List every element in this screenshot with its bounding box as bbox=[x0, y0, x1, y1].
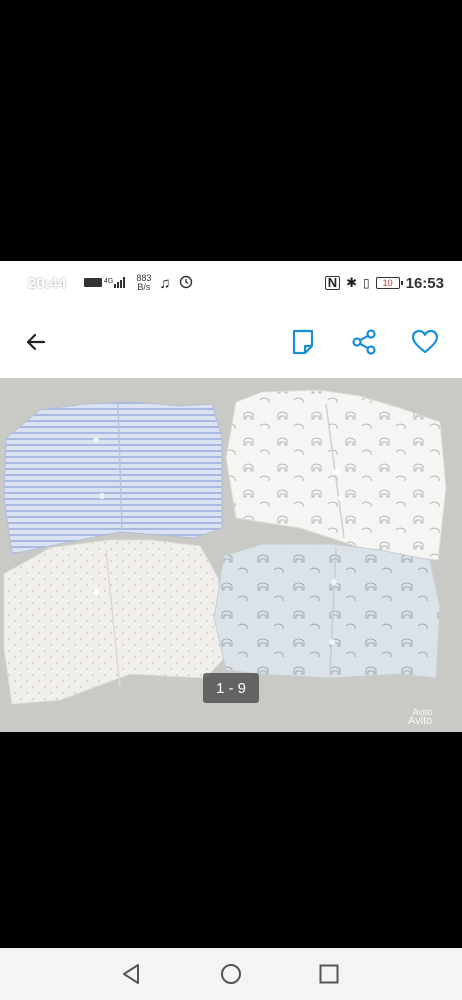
home-circle-icon[interactable] bbox=[218, 961, 244, 987]
battery-icon: 10 bbox=[375, 277, 403, 289]
screen: 20:44 4G 883 B/s ♫ N ✱ ▯ 10 16:53 1 - 9 … bbox=[0, 0, 462, 1000]
speed-unit: B/s bbox=[137, 282, 151, 292]
status-clock: 16:53 bbox=[405, 274, 444, 292]
network-label: 4G bbox=[104, 278, 113, 285]
status-time: 20:44 bbox=[28, 274, 67, 292]
bookmark-note-icon[interactable] bbox=[288, 327, 318, 357]
app-bar bbox=[0, 305, 462, 378]
bluetooth-icon: ✱ bbox=[346, 275, 358, 290]
music-note-icon: ♫ bbox=[159, 274, 171, 292]
signal-icon: 4G bbox=[84, 275, 128, 291]
nfc-icon: N bbox=[324, 276, 341, 290]
recents-square-icon[interactable] bbox=[316, 961, 342, 987]
watermark-line2: Avito bbox=[408, 715, 433, 727]
status-bar: 20:44 4G 883 B/s ♫ N ✱ ▯ 10 16:53 bbox=[0, 261, 462, 305]
avito-watermark: Avito Avito bbox=[408, 708, 433, 727]
alarm-icon bbox=[179, 275, 193, 292]
arrow-left-icon[interactable] bbox=[22, 328, 50, 356]
battery-level: 10 bbox=[382, 278, 393, 288]
share-icon[interactable] bbox=[349, 327, 379, 357]
heart-icon[interactable] bbox=[410, 327, 440, 357]
back-triangle-icon[interactable] bbox=[118, 961, 144, 987]
vibrate-icon: ▯ bbox=[363, 276, 370, 290]
network-speed: 883 B/s bbox=[136, 274, 151, 292]
gallery-counter: 1 - 9 bbox=[203, 673, 259, 703]
system-nav-bar bbox=[0, 948, 462, 1000]
